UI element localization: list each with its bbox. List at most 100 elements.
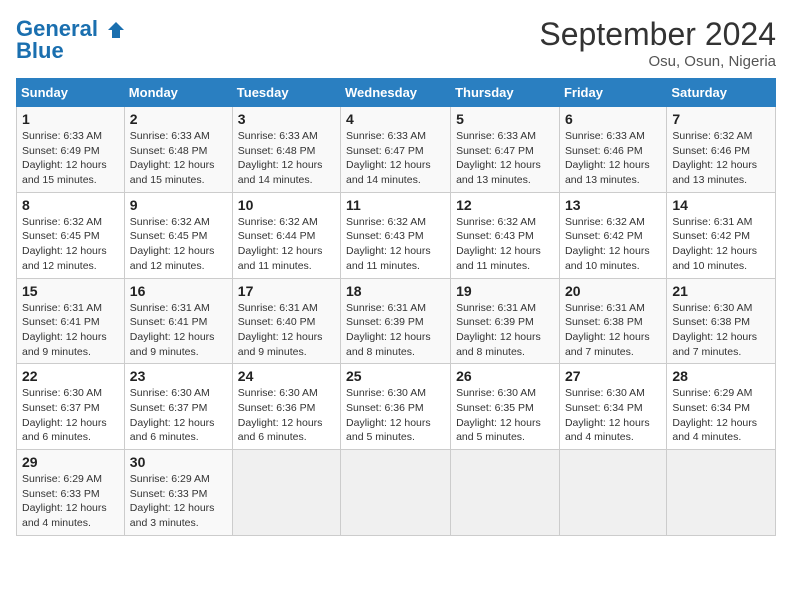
day-cell: 17 Sunrise: 6:31 AM Sunset: 6:40 PM Dayli… xyxy=(232,278,340,364)
day-number: 4 xyxy=(346,111,445,127)
day-info: Sunrise: 6:29 AM Sunset: 6:33 PM Dayligh… xyxy=(22,472,119,531)
day-cell: 27 Sunrise: 6:30 AM Sunset: 6:34 PM Dayli… xyxy=(559,364,666,450)
col-header-friday: Friday xyxy=(559,79,666,107)
day-cell: 14Sunrise: 6:31 AM Sunset: 6:42 PM Dayli… xyxy=(667,192,776,278)
day-cell xyxy=(559,450,666,536)
day-cell: 24 Sunrise: 6:30 AM Sunset: 6:36 PM Dayli… xyxy=(232,364,340,450)
logo-blue: Blue xyxy=(16,38,64,64)
day-cell: 12 Sunrise: 6:32 AM Sunset: 6:43 PM Dayli… xyxy=(451,192,560,278)
day-number: 25 xyxy=(346,368,445,384)
day-number: 16 xyxy=(130,283,227,299)
day-cell: 4 Sunrise: 6:33 AM Sunset: 6:47 PM Daylig… xyxy=(341,107,451,193)
day-info: Sunrise: 6:29 AM Sunset: 6:34 PM Dayligh… xyxy=(672,386,770,445)
day-cell: 18Sunrise: 6:31 AM Sunset: 6:39 PM Dayli… xyxy=(341,278,451,364)
day-cell: 3 Sunrise: 6:33 AM Sunset: 6:48 PM Daylig… xyxy=(232,107,340,193)
day-info: Sunrise: 6:31 AM Sunset: 6:38 PM Dayligh… xyxy=(565,301,661,360)
calendar-body: 1 Sunrise: 6:33 AM Sunset: 6:49 PM Daylig… xyxy=(17,107,776,536)
col-header-thursday: Thursday xyxy=(451,79,560,107)
week-row-4: 22 Sunrise: 6:30 AM Sunset: 6:37 PM Dayli… xyxy=(17,364,776,450)
day-number: 12 xyxy=(456,197,554,213)
week-row-3: 15 Sunrise: 6:31 AM Sunset: 6:41 PM Dayli… xyxy=(17,278,776,364)
day-info: Sunrise: 6:33 AM Sunset: 6:49 PM Dayligh… xyxy=(22,129,119,188)
calendar-table: SundayMondayTuesdayWednesdayThursdayFrid… xyxy=(16,78,776,536)
day-info: Sunrise: 6:33 AM Sunset: 6:46 PM Dayligh… xyxy=(565,129,661,188)
col-header-saturday: Saturday xyxy=(667,79,776,107)
day-number: 8 xyxy=(22,197,119,213)
day-cell: 23 Sunrise: 6:30 AM Sunset: 6:37 PM Dayli… xyxy=(124,364,232,450)
day-cell: 8 Sunrise: 6:32 AM Sunset: 6:45 PM Daylig… xyxy=(17,192,125,278)
day-cell: 20 Sunrise: 6:31 AM Sunset: 6:38 PM Dayli… xyxy=(559,278,666,364)
day-info: Sunrise: 6:30 AM Sunset: 6:38 PM Dayligh… xyxy=(672,301,770,360)
day-number: 5 xyxy=(456,111,554,127)
day-cell: 26Sunrise: 6:30 AM Sunset: 6:35 PM Dayli… xyxy=(451,364,560,450)
day-cell: 28 Sunrise: 6:29 AM Sunset: 6:34 PM Dayli… xyxy=(667,364,776,450)
day-number: 17 xyxy=(238,283,335,299)
month-title: September 2024 xyxy=(539,16,776,53)
day-number: 27 xyxy=(565,368,661,384)
week-row-2: 8 Sunrise: 6:32 AM Sunset: 6:45 PM Daylig… xyxy=(17,192,776,278)
day-cell: 13Sunrise: 6:32 AM Sunset: 6:42 PM Dayli… xyxy=(559,192,666,278)
day-info: Sunrise: 6:33 AM Sunset: 6:48 PM Dayligh… xyxy=(130,129,227,188)
day-info: Sunrise: 6:32 AM Sunset: 6:43 PM Dayligh… xyxy=(456,215,554,274)
day-number: 30 xyxy=(130,454,227,470)
day-info: Sunrise: 6:32 AM Sunset: 6:44 PM Dayligh… xyxy=(238,215,335,274)
day-number: 10 xyxy=(238,197,335,213)
day-cell: 9Sunrise: 6:32 AM Sunset: 6:45 PM Daylig… xyxy=(124,192,232,278)
page-header: General Blue September 2024 Osu, Osun, N… xyxy=(16,16,776,70)
day-number: 21 xyxy=(672,283,770,299)
day-number: 3 xyxy=(238,111,335,127)
day-info: Sunrise: 6:31 AM Sunset: 6:41 PM Dayligh… xyxy=(22,301,119,360)
day-cell: 22 Sunrise: 6:30 AM Sunset: 6:37 PM Dayli… xyxy=(17,364,125,450)
day-cell xyxy=(451,450,560,536)
day-cell: 15 Sunrise: 6:31 AM Sunset: 6:41 PM Dayli… xyxy=(17,278,125,364)
day-number: 22 xyxy=(22,368,119,384)
day-info: Sunrise: 6:32 AM Sunset: 6:43 PM Dayligh… xyxy=(346,215,445,274)
day-info: Sunrise: 6:33 AM Sunset: 6:48 PM Dayligh… xyxy=(238,129,335,188)
day-info: Sunrise: 6:30 AM Sunset: 6:37 PM Dayligh… xyxy=(22,386,119,445)
day-number: 2 xyxy=(130,111,227,127)
day-number: 6 xyxy=(565,111,661,127)
day-cell: 5 Sunrise: 6:33 AM Sunset: 6:47 PM Daylig… xyxy=(451,107,560,193)
col-header-wednesday: Wednesday xyxy=(341,79,451,107)
day-number: 15 xyxy=(22,283,119,299)
col-header-monday: Monday xyxy=(124,79,232,107)
day-cell: 2 Sunrise: 6:33 AM Sunset: 6:48 PM Daylig… xyxy=(124,107,232,193)
day-cell: 25 Sunrise: 6:30 AM Sunset: 6:36 PM Dayli… xyxy=(341,364,451,450)
day-info: Sunrise: 6:30 AM Sunset: 6:37 PM Dayligh… xyxy=(130,386,227,445)
day-info: Sunrise: 6:31 AM Sunset: 6:40 PM Dayligh… xyxy=(238,301,335,360)
day-cell: 21 Sunrise: 6:30 AM Sunset: 6:38 PM Dayli… xyxy=(667,278,776,364)
day-number: 13 xyxy=(565,197,661,213)
day-number: 23 xyxy=(130,368,227,384)
day-info: Sunrise: 6:30 AM Sunset: 6:36 PM Dayligh… xyxy=(346,386,445,445)
day-cell: 29Sunrise: 6:29 AM Sunset: 6:33 PM Dayli… xyxy=(17,450,125,536)
week-row-1: 1 Sunrise: 6:33 AM Sunset: 6:49 PM Daylig… xyxy=(17,107,776,193)
col-header-sunday: Sunday xyxy=(17,79,125,107)
logo: General Blue xyxy=(16,16,126,64)
day-number: 19 xyxy=(456,283,554,299)
day-cell: 1 Sunrise: 6:33 AM Sunset: 6:49 PM Daylig… xyxy=(17,107,125,193)
day-info: Sunrise: 6:33 AM Sunset: 6:47 PM Dayligh… xyxy=(346,129,445,188)
day-info: Sunrise: 6:31 AM Sunset: 6:41 PM Dayligh… xyxy=(130,301,227,360)
day-number: 24 xyxy=(238,368,335,384)
day-number: 26 xyxy=(456,368,554,384)
day-info: Sunrise: 6:31 AM Sunset: 6:39 PM Dayligh… xyxy=(346,301,445,360)
day-info: Sunrise: 6:32 AM Sunset: 6:45 PM Dayligh… xyxy=(22,215,119,274)
day-number: 20 xyxy=(565,283,661,299)
day-cell: 30Sunrise: 6:29 AM Sunset: 6:33 PM Dayli… xyxy=(124,450,232,536)
logo-icon xyxy=(106,20,126,40)
day-info: Sunrise: 6:31 AM Sunset: 6:39 PM Dayligh… xyxy=(456,301,554,360)
day-number: 11 xyxy=(346,197,445,213)
day-number: 1 xyxy=(22,111,119,127)
day-info: Sunrise: 6:31 AM Sunset: 6:42 PM Dayligh… xyxy=(672,215,770,274)
day-info: Sunrise: 6:30 AM Sunset: 6:34 PM Dayligh… xyxy=(565,386,661,445)
column-headers: SundayMondayTuesdayWednesdayThursdayFrid… xyxy=(17,79,776,107)
week-row-5: 29Sunrise: 6:29 AM Sunset: 6:33 PM Dayli… xyxy=(17,450,776,536)
day-number: 28 xyxy=(672,368,770,384)
day-cell: 10 Sunrise: 6:32 AM Sunset: 6:44 PM Dayli… xyxy=(232,192,340,278)
day-info: Sunrise: 6:30 AM Sunset: 6:36 PM Dayligh… xyxy=(238,386,335,445)
day-cell: 16 Sunrise: 6:31 AM Sunset: 6:41 PM Dayli… xyxy=(124,278,232,364)
title-area: September 2024 Osu, Osun, Nigeria xyxy=(539,16,776,70)
day-info: Sunrise: 6:33 AM Sunset: 6:47 PM Dayligh… xyxy=(456,129,554,188)
day-cell xyxy=(232,450,340,536)
day-cell: 11 Sunrise: 6:32 AM Sunset: 6:43 PM Dayli… xyxy=(341,192,451,278)
